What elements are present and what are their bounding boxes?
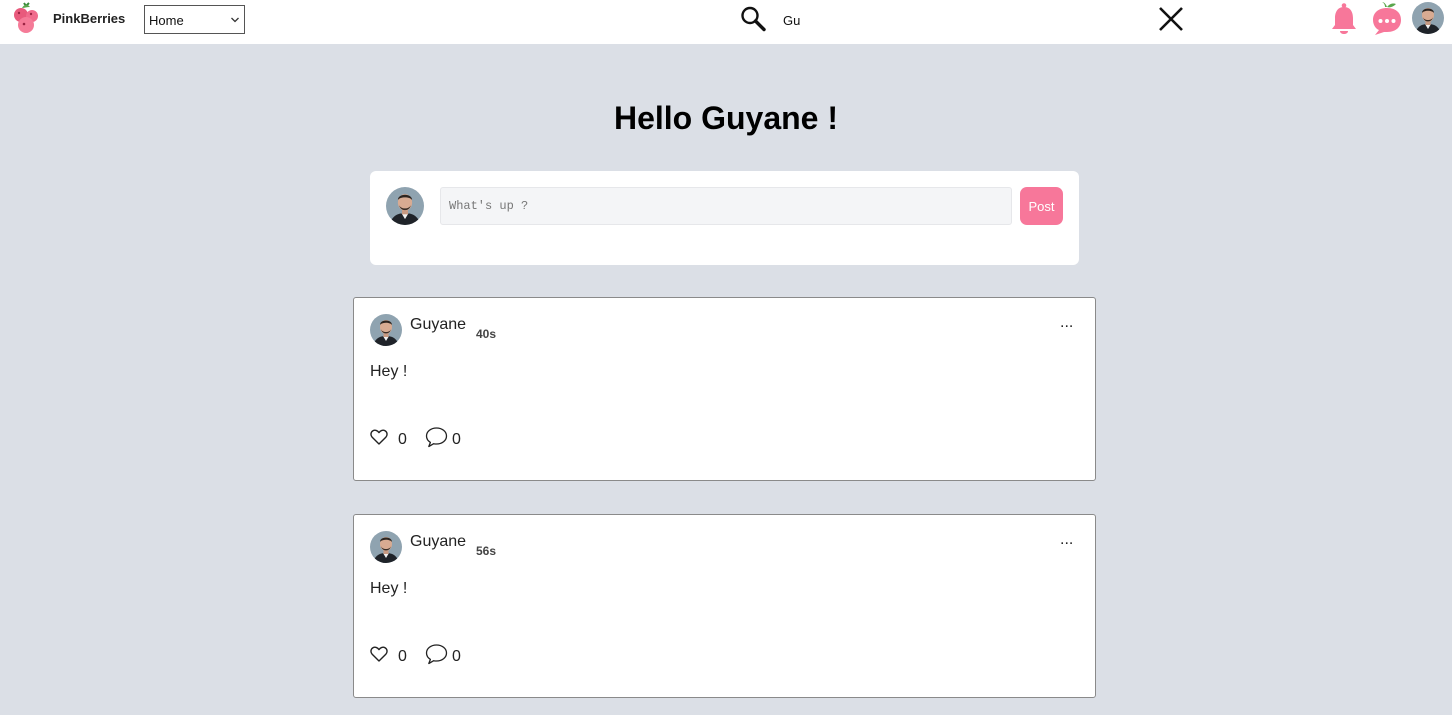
- post-text: Hey !: [370, 363, 408, 380]
- post-author-name[interactable]: Guyane: [410, 533, 466, 551]
- heart-icon[interactable]: [370, 428, 388, 446]
- post-card: Guyane 40s ... Hey ! 0 0: [353, 297, 1096, 481]
- greeting-heading: Hello Guyane !: [613, 100, 839, 136]
- search-icon[interactable]: [739, 5, 767, 33]
- post-author-name[interactable]: Guyane: [410, 316, 466, 334]
- comment-icon[interactable]: [425, 426, 448, 448]
- post-more-options-button[interactable]: ...: [1060, 531, 1073, 549]
- composer-input[interactable]: [440, 187, 1012, 225]
- comment-count: 0: [452, 648, 461, 665]
- brand-name: PinkBerries: [53, 11, 126, 26]
- composer-avatar: [386, 187, 424, 225]
- like-count: 0: [398, 431, 407, 448]
- post-author-avatar[interactable]: [370, 531, 402, 563]
- close-icon[interactable]: [1157, 5, 1185, 33]
- post-timestamp: 40s: [476, 327, 497, 341]
- post-timestamp: 56s: [476, 544, 497, 558]
- comment-icon[interactable]: [425, 643, 448, 665]
- comment-count: 0: [452, 431, 461, 448]
- top-navbar: PinkBerries Home: [0, 0, 1452, 44]
- bell-icon[interactable]: [1329, 2, 1359, 36]
- heart-icon[interactable]: [370, 645, 388, 663]
- post-more-options-button[interactable]: ...: [1060, 314, 1073, 332]
- nav-page-select[interactable]: Home: [144, 5, 245, 34]
- post-button[interactable]: Post: [1020, 187, 1063, 225]
- chat-icon[interactable]: [1369, 1, 1404, 36]
- post-composer: Post: [370, 171, 1079, 265]
- search-input[interactable]: [778, 9, 1088, 31]
- berries-logo-icon[interactable]: [12, 2, 44, 34]
- post-author-avatar[interactable]: [370, 314, 402, 346]
- chevron-down-icon: [231, 17, 239, 23]
- post-card: Guyane 56s ... Hey ! 0 0: [353, 514, 1096, 698]
- post-text: Hey !: [370, 580, 408, 597]
- like-count: 0: [398, 648, 407, 665]
- nav-select-value: Home: [149, 13, 184, 28]
- user-avatar[interactable]: [1412, 2, 1444, 34]
